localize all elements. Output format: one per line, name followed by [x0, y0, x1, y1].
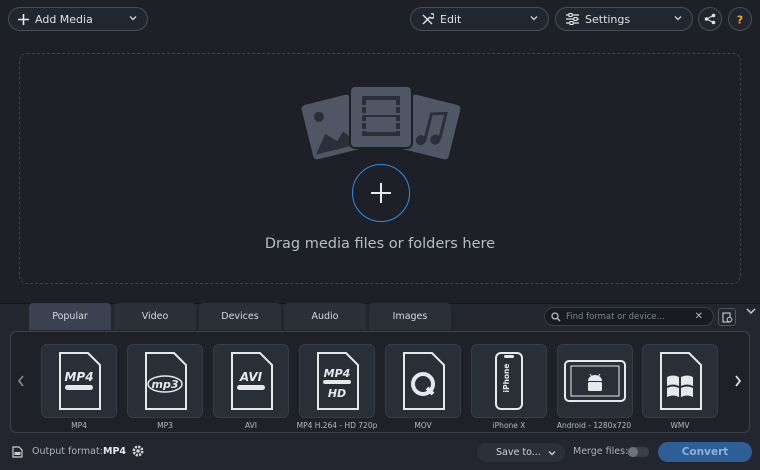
svg-text:AVI: AVI: [239, 370, 263, 384]
help-button[interactable]: ?: [728, 7, 752, 31]
plus-icon: [371, 183, 391, 203]
save-to-button[interactable]: Save to...: [477, 443, 565, 462]
gear-icon[interactable]: [131, 444, 145, 458]
drop-hint: Drag media files or folders here: [264, 236, 496, 252]
add-media-button[interactable]: Add Media: [8, 7, 148, 31]
svg-text:MP4: MP4: [324, 367, 351, 380]
avi-icon: AVI: [231, 352, 273, 410]
tab-audio[interactable]: Audio: [284, 303, 366, 330]
svg-text:iPhone: iPhone: [502, 364, 511, 393]
output-format-label: Output format:: [32, 446, 103, 457]
format-mp4[interactable]: MP4: [41, 344, 117, 418]
format-label: WMV: [670, 421, 690, 430]
add-media-label: Add Media: [35, 12, 93, 26]
share-icon: [704, 13, 716, 25]
clear-icon[interactable]: ✕: [695, 311, 703, 322]
preset-icon: [721, 311, 732, 323]
svg-text:HD: HD: [328, 387, 346, 400]
mp4-icon: MP4: [59, 352, 101, 410]
format-label: AVI: [245, 421, 257, 430]
tab-images[interactable]: Images: [369, 303, 451, 330]
mp3-icon: mp3: [145, 352, 187, 410]
convert-button[interactable]: Convert: [658, 442, 752, 462]
format-android[interactable]: [557, 344, 633, 418]
svg-text:mp3: mp3: [152, 378, 179, 391]
merge-files-label: Merge files:: [573, 446, 629, 457]
format-search[interactable]: Find format or device... ✕: [544, 307, 714, 326]
settings-label: Settings: [585, 12, 631, 26]
format-label: MP4: [71, 421, 87, 430]
format-label: MOV: [414, 421, 432, 430]
settings-button[interactable]: Settings: [555, 7, 693, 31]
format-mp3[interactable]: mp3: [127, 344, 203, 418]
windows-icon: [660, 352, 702, 410]
edit-label: Edit: [440, 12, 462, 26]
chevron-down-icon: [530, 16, 538, 21]
share-button[interactable]: [698, 7, 722, 31]
format-wmv[interactable]: [642, 344, 718, 418]
collapse-panel-icon[interactable]: [745, 306, 757, 316]
format-mp4-hd[interactable]: MP4 HD: [299, 344, 375, 418]
plus-icon: [18, 13, 29, 25]
format-label: Android - 1280x720: [556, 421, 632, 430]
add-files-button[interactable]: [352, 164, 410, 222]
mp4-hd-icon: MP4 HD: [317, 352, 359, 410]
format-iphone-x[interactable]: iPhone: [471, 344, 547, 418]
android-tablet-icon: [564, 360, 626, 402]
chevron-down-icon: [674, 16, 682, 21]
format-list: [10, 331, 750, 433]
chevron-down-icon: [548, 451, 556, 456]
svg-text:MP4: MP4: [64, 370, 93, 384]
tools-icon: [422, 12, 434, 24]
search-input[interactable]: Find format or device...: [566, 312, 665, 322]
edit-button[interactable]: Edit: [410, 7, 549, 31]
chevron-down-icon: [129, 16, 137, 21]
tab-popular[interactable]: Popular: [29, 303, 111, 330]
output-format-icon: [12, 446, 23, 458]
media-files-icon: [300, 85, 462, 162]
iphone-icon: iPhone: [495, 352, 523, 410]
search-icon: [551, 311, 561, 321]
drop-zone[interactable]: Drag media files or folders here: [19, 53, 741, 284]
sliders-icon: [566, 13, 579, 25]
tab-devices[interactable]: Devices: [199, 303, 281, 330]
custom-presets-button[interactable]: [718, 308, 736, 326]
tab-video[interactable]: Video: [114, 303, 196, 330]
scroll-left-icon[interactable]: [16, 374, 26, 388]
scroll-right-icon[interactable]: [733, 374, 743, 388]
svg-text:?: ?: [737, 14, 743, 26]
toggle-knob: [628, 447, 638, 457]
format-avi[interactable]: AVI: [213, 344, 289, 418]
save-to-label: Save to...: [496, 447, 541, 458]
output-format-value[interactable]: MP4: [103, 446, 126, 457]
format-label: MP3: [157, 421, 173, 430]
format-label: MP4 H.264 - HD 720p: [296, 421, 378, 430]
format-mov[interactable]: [385, 344, 461, 418]
merge-files-toggle[interactable]: [627, 447, 649, 457]
question-icon: ?: [737, 14, 743, 26]
quicktime-icon: [403, 352, 445, 410]
